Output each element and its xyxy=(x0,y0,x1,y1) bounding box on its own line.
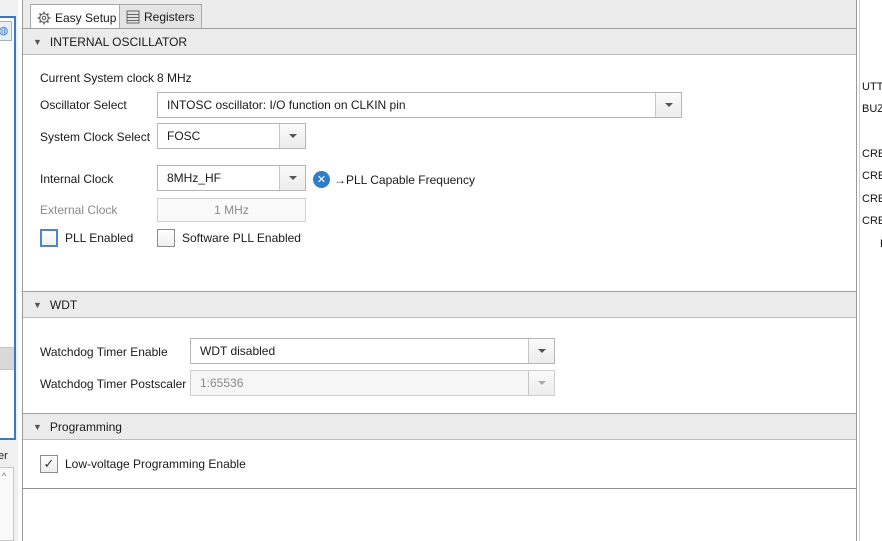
dropdown-arrow-icon[interactable] xyxy=(655,93,681,117)
section-title: Programming xyxy=(49,419,122,434)
collapse-triangle-icon: ▼ xyxy=(33,36,42,47)
oscillator-select-dropdown[interactable]: INTOSC oscillator: I/O function on CLKIN… xyxy=(157,92,682,118)
right-panel-item: CRE xyxy=(862,170,882,182)
tab-registers[interactable]: Registers xyxy=(119,4,202,29)
gear-icon xyxy=(37,11,51,25)
tab-easy-setup[interactable]: Easy Setup xyxy=(30,4,124,30)
scroll-up-arrow-icon[interactable]: ^ xyxy=(2,471,6,481)
left-adjacent-panel: ◍ er ^ xyxy=(0,0,18,541)
section-internal-oscillator-body: Current System clock 8 MHz Oscillator Se… xyxy=(23,55,856,290)
dropdown-arrow-icon[interactable] xyxy=(279,124,305,148)
tab-registers-label: Registers xyxy=(144,10,195,24)
watchdog-enable-label: Watchdog Timer Enable xyxy=(40,345,168,359)
pll-enabled-checkbox[interactable]: PLL Enabled xyxy=(40,229,133,247)
watchdog-enable-value: WDT disabled xyxy=(200,344,276,358)
section-programming-body: ✓ Low-voltage Programming Enable xyxy=(23,440,856,488)
right-panel-item: CRE xyxy=(862,148,882,160)
right-panel-item: UTTO xyxy=(862,81,882,93)
current-clock-value: 8 MHz xyxy=(157,71,192,85)
external-clock-field: 1 MHz xyxy=(157,198,306,222)
watchdog-enable-dropdown[interactable]: WDT disabled xyxy=(190,338,555,364)
dropdown-arrow-icon xyxy=(528,371,554,395)
system-clock-select-dropdown[interactable]: FOSC xyxy=(157,123,306,149)
collapse-triangle-icon: ▼ xyxy=(33,299,42,310)
left-panel-frame xyxy=(0,16,16,440)
right-panel-item: CRE xyxy=(862,193,882,205)
list-icon xyxy=(126,10,140,24)
watchdog-postscaler-dropdown: 1:65536 xyxy=(190,370,555,396)
internal-clock-dropdown[interactable]: 8MHz_HF xyxy=(157,165,306,191)
low-voltage-programming-box[interactable]: ✓ xyxy=(40,455,58,473)
current-clock-label: Current System clock xyxy=(40,71,155,85)
left-panel-partial-label: er xyxy=(0,450,8,462)
software-pll-enabled-label: Software PLL Enabled xyxy=(182,231,301,245)
section-wdt-body: Watchdog Timer Enable WDT disabled Watch… xyxy=(23,318,856,412)
system-clock-select-value: FOSC xyxy=(167,129,201,143)
section-wdt-header[interactable]: ▼ WDT xyxy=(23,291,856,318)
dropdown-arrow-icon[interactable] xyxy=(279,166,305,190)
internal-clock-label: Internal Clock xyxy=(40,172,114,186)
info-x-icon[interactable]: ✕ xyxy=(313,171,330,188)
pll-capable-text: →PLL Capable Frequency xyxy=(334,172,475,187)
section-internal-oscillator-header[interactable]: ▼ INTERNAL OSCILLATOR xyxy=(23,28,856,55)
watchdog-postscaler-label: Watchdog Timer Postscaler xyxy=(40,377,187,391)
section-title: WDT xyxy=(49,297,78,312)
left-panel-scrollbar[interactable]: ^ xyxy=(0,467,14,541)
external-clock-label: External Clock xyxy=(40,203,118,217)
section-programming-header[interactable]: ▼ Programming xyxy=(23,413,856,440)
internal-clock-value: 8MHz_HF xyxy=(167,171,222,185)
right-adjacent-panel: UTTO BUZ CRE CRE CRE CRE F xyxy=(859,0,882,541)
tab-easy-setup-label: Easy Setup xyxy=(55,10,117,25)
system-clock-select-label: System Clock Select xyxy=(40,130,151,144)
low-voltage-programming-label: Low-voltage Programming Enable xyxy=(65,457,246,471)
collapse-triangle-icon: ▼ xyxy=(33,421,42,432)
software-pll-enabled-box[interactable] xyxy=(157,229,175,247)
pll-enabled-box[interactable] xyxy=(40,229,58,247)
left-panel-tab[interactable] xyxy=(0,347,14,370)
right-panel-item: BUZ xyxy=(862,103,882,115)
watchdog-postscaler-value: 1:65536 xyxy=(200,376,244,390)
tab-bar: Easy Setup Registers xyxy=(23,0,856,30)
pll-enabled-label: PLL Enabled xyxy=(65,231,134,245)
section-title: INTERNAL OSCILLATOR xyxy=(49,34,188,49)
globe-icon[interactable]: ◍ xyxy=(0,21,12,41)
configuration-panel: Easy Setup Registers ▼ INTERNAL OSCILLAT… xyxy=(22,0,857,541)
pll-capable-indicator: ✕ →PLL Capable Frequency xyxy=(313,171,475,188)
oscillator-select-value: INTOSC oscillator: I/O function on CLKIN… xyxy=(167,98,406,112)
software-pll-enabled-checkbox[interactable]: Software PLL Enabled xyxy=(157,229,301,247)
section-divider xyxy=(23,488,856,489)
right-panel-item: CRE xyxy=(862,215,882,227)
low-voltage-programming-checkbox[interactable]: ✓ Low-voltage Programming Enable xyxy=(40,455,246,473)
oscillator-select-label: Oscillator Select xyxy=(40,98,127,112)
dropdown-arrow-icon[interactable] xyxy=(528,339,554,363)
